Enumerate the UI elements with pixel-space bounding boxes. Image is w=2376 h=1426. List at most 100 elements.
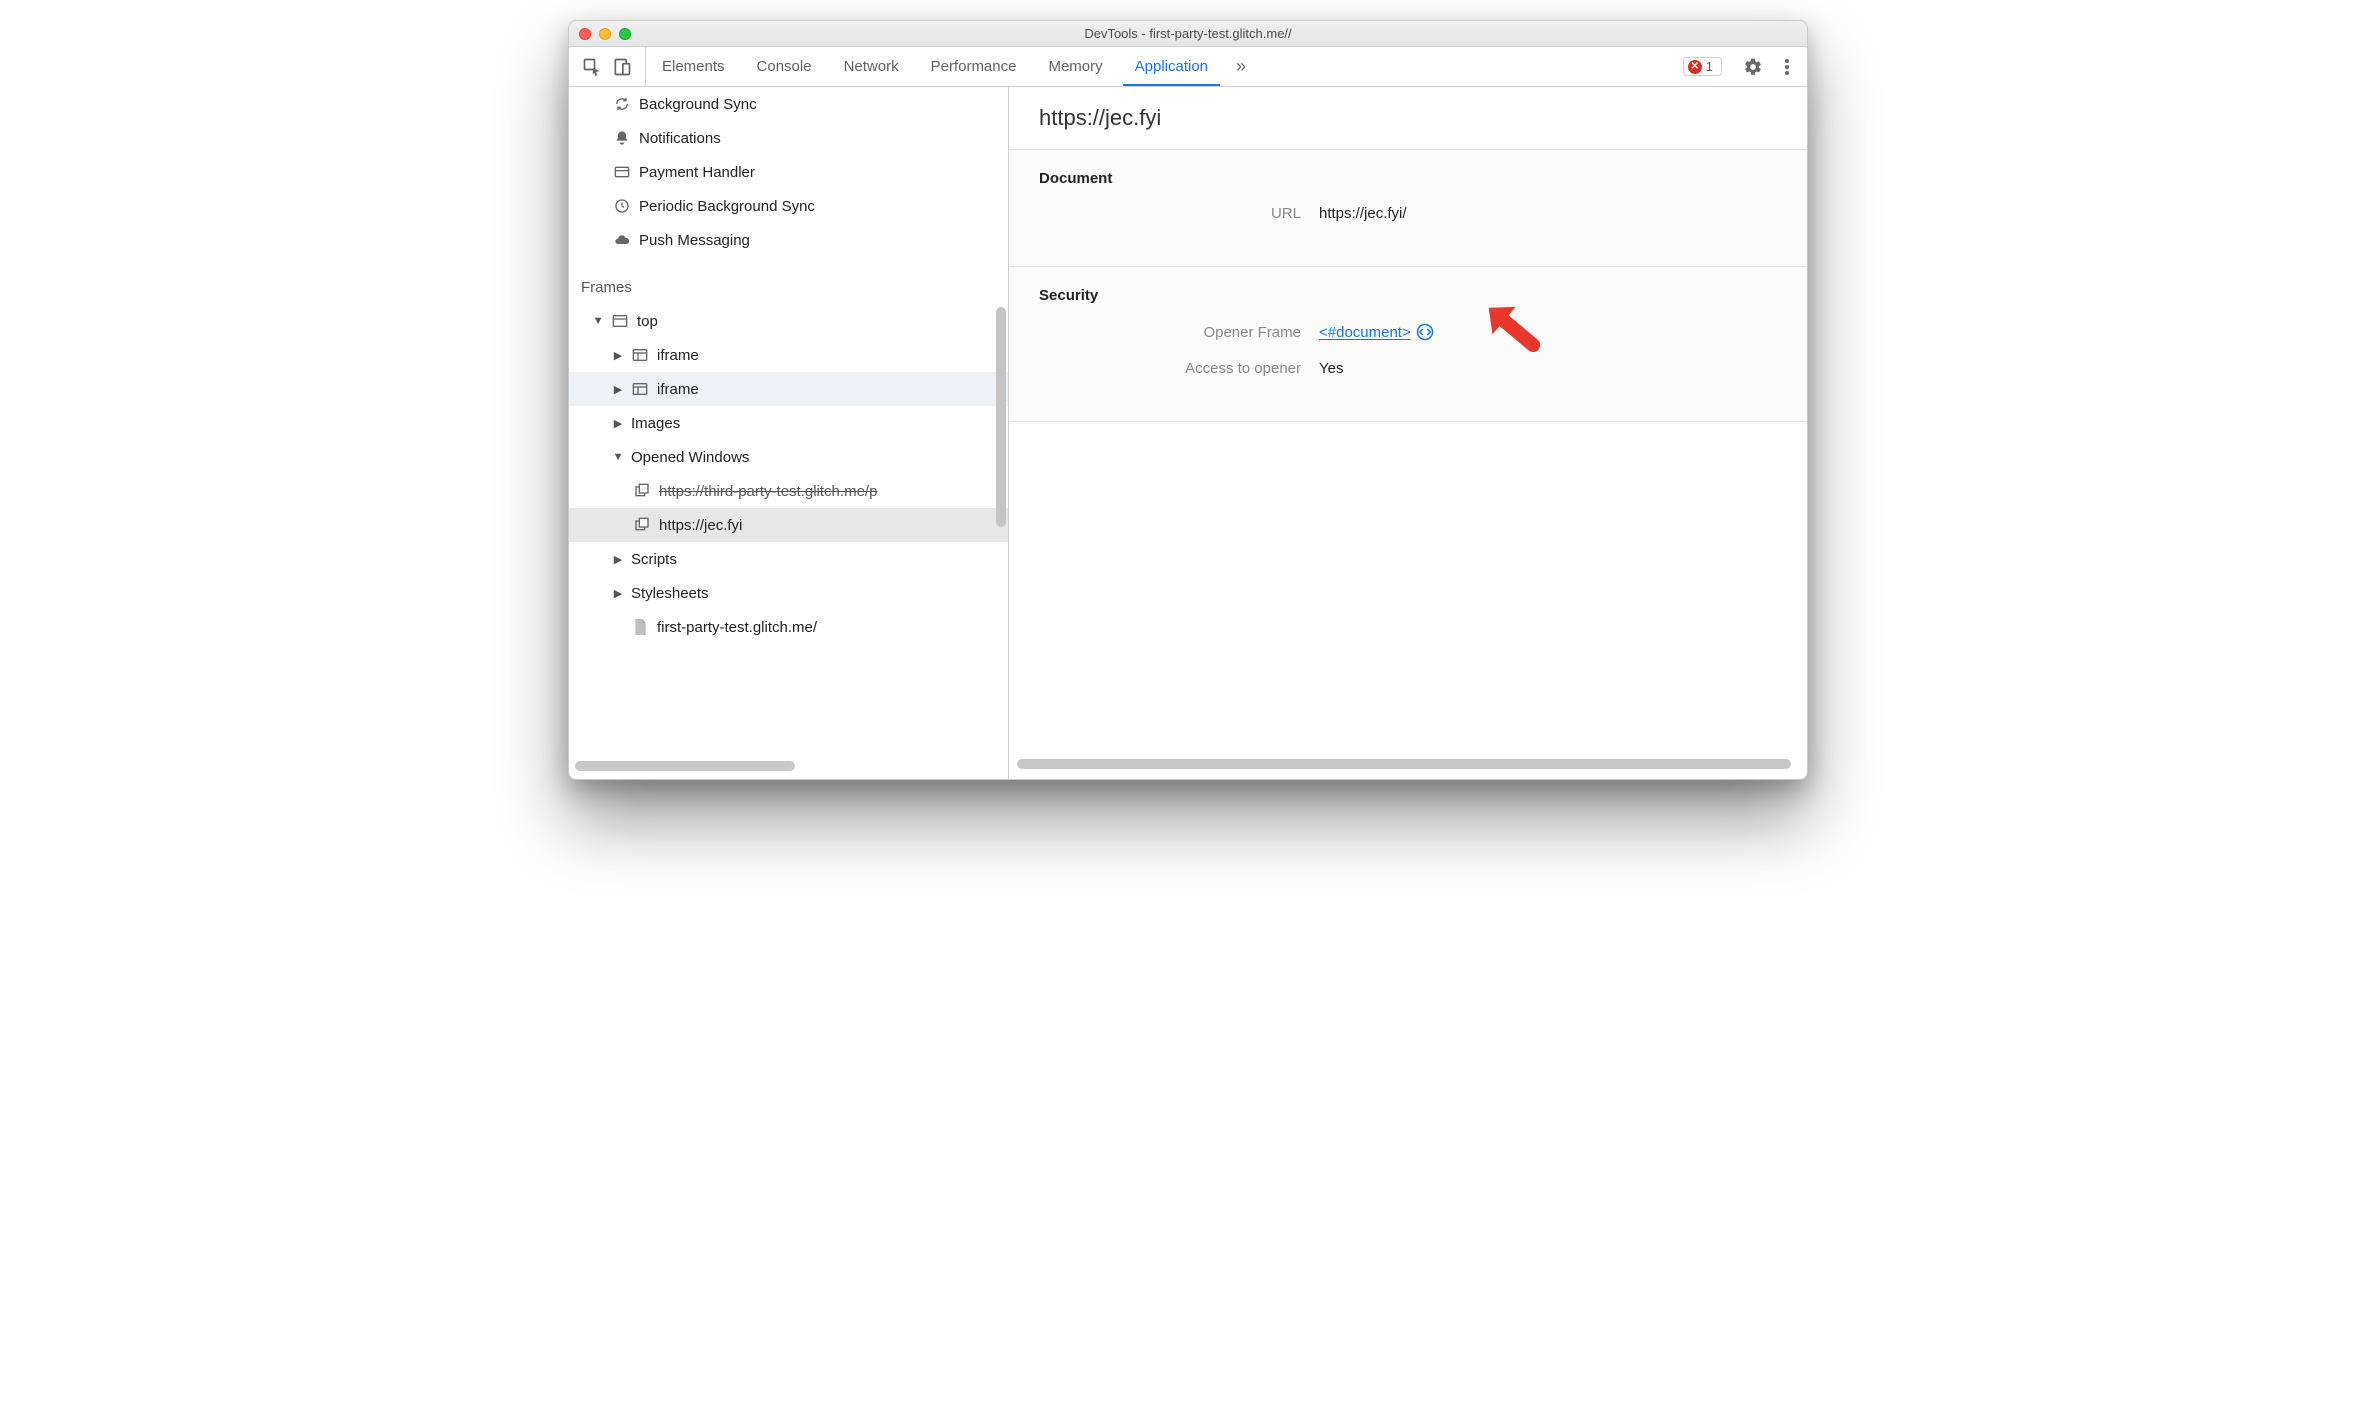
sidebar-item-background-sync[interactable]: Background Sync [569, 87, 1008, 121]
clock-icon [613, 197, 631, 215]
sidebar-section-frames: Frames [569, 271, 1008, 304]
frame-detail-title: https://jec.fyi [1009, 87, 1807, 150]
frames-iframe-1-label: iframe [657, 347, 699, 364]
toolbar-right-icons: ✕ 1 [1683, 47, 1807, 86]
row-url: URL https://jec.fyi/ [1039, 205, 1777, 222]
sidebar-item-notifications[interactable]: Notifications [569, 121, 1008, 155]
frames-images-label: Images [631, 415, 680, 432]
gear-icon [1743, 57, 1763, 77]
tab-elements[interactable]: Elements [646, 47, 741, 86]
caret-right-icon: ▶ [613, 383, 623, 396]
section-document-heading: Document [1039, 170, 1777, 187]
opened-window-2[interactable]: https://jec.fyi [569, 508, 1008, 542]
credit-card-icon [613, 163, 631, 181]
label-opener-frame: Opener Frame [1039, 324, 1319, 341]
row-opener-frame: Opener Frame <#document> [1039, 322, 1777, 342]
frames-origin-doc[interactable]: first-party-test.glitch.me/ [569, 610, 1008, 644]
settings-button[interactable] [1739, 53, 1767, 81]
tab-application[interactable]: Application [1119, 47, 1224, 86]
sidebar-vscroll-thumb[interactable] [996, 307, 1006, 527]
frames-iframe-2[interactable]: ▶ iframe [569, 372, 1008, 406]
traffic-lights [569, 28, 631, 40]
sidebar-vscrollbar[interactable] [996, 87, 1006, 711]
more-options-button[interactable] [1773, 53, 1801, 81]
caret-right-icon: ▶ [613, 587, 623, 600]
opener-frame-link[interactable]: <#document> [1319, 324, 1411, 341]
opened-window-2-label: https://jec.fyi [659, 517, 742, 534]
more-tabs-button[interactable]: » [1224, 47, 1258, 86]
devtools-toolbar: Elements Console Network Performance Mem… [569, 47, 1807, 87]
cloud-icon [613, 231, 631, 249]
sidebar-hscroll-thumb[interactable] [575, 761, 795, 771]
kebab-icon [1785, 59, 1789, 75]
sidebar-item-periodic-bg-sync[interactable]: Periodic Background Sync [569, 189, 1008, 223]
label-url: URL [1039, 205, 1319, 222]
toolbar-left-icons [569, 47, 646, 86]
tab-performance[interactable]: Performance [915, 47, 1033, 86]
chevron-double-right-icon: » [1236, 56, 1246, 77]
code-icon [1416, 323, 1434, 341]
value-access-to-opener: Yes [1319, 360, 1343, 377]
inspect-element-icon[interactable] [577, 52, 607, 82]
tab-memory[interactable]: Memory [1032, 47, 1118, 86]
frames-origin-doc-label: first-party-test.glitch.me/ [657, 619, 817, 636]
section-document: Document URL https://jec.fyi/ [1009, 150, 1807, 267]
caret-down-icon: ▼ [613, 451, 623, 463]
minimize-window-button[interactable] [599, 28, 611, 40]
opened-window-1[interactable]: https://third-party-test.glitch.me/p [569, 474, 1008, 508]
error-count: 1 [1706, 59, 1713, 74]
frames-opened-windows-label: Opened Windows [631, 449, 749, 466]
window-title: DevTools - first-party-test.glitch.me// [569, 26, 1807, 41]
detail-filler [1009, 422, 1807, 753]
frames-scripts-label: Scripts [631, 551, 677, 568]
caret-right-icon: ▶ [613, 349, 623, 362]
sidebar-scroll-area: Background Sync Notifications Payment Ha… [569, 87, 1008, 755]
section-security-heading: Security [1039, 287, 1777, 304]
device-toolbar-icon[interactable] [607, 52, 637, 82]
iframe-icon [631, 380, 649, 398]
error-count-badge[interactable]: ✕ 1 [1683, 57, 1722, 76]
devtools-tabs: Elements Console Network Performance Mem… [646, 47, 1224, 86]
caret-right-icon: ▶ [613, 553, 623, 566]
caret-right-icon: ▶ [613, 417, 623, 430]
frames-images[interactable]: ▶ Images [569, 406, 1008, 440]
frames-top-label: top [637, 313, 658, 330]
sidebar-item-label: Payment Handler [639, 164, 755, 181]
sidebar-item-label: Push Messaging [639, 232, 750, 249]
label-access-to-opener: Access to opener [1039, 360, 1319, 377]
iframe-icon [631, 346, 649, 364]
tab-network[interactable]: Network [828, 47, 915, 86]
popout-window-icon [633, 516, 651, 534]
detail-hscrollbar[interactable] [1017, 757, 1799, 771]
devtools-window: DevTools - first-party-test.glitch.me// [568, 20, 1808, 780]
sidebar-hscrollbar[interactable] [575, 759, 1002, 773]
popout-window-icon [633, 482, 651, 500]
frames-iframe-1[interactable]: ▶ iframe [569, 338, 1008, 372]
window-icon [611, 312, 629, 330]
document-icon [631, 618, 649, 636]
close-window-button[interactable] [579, 28, 591, 40]
frames-opened-windows[interactable]: ▼ Opened Windows [569, 440, 1008, 474]
section-security: Security Opener Frame <#document> [1009, 267, 1807, 422]
sidebar-item-payment-handler[interactable]: Payment Handler [569, 155, 1008, 189]
frames-stylesheets[interactable]: ▶ Stylesheets [569, 576, 1008, 610]
titlebar: DevTools - first-party-test.glitch.me// [569, 21, 1807, 47]
devtools-body: Background Sync Notifications Payment Ha… [569, 87, 1807, 779]
row-access-to-opener: Access to opener Yes [1039, 360, 1777, 377]
detail-hscroll-thumb[interactable] [1017, 759, 1791, 769]
zoom-window-button[interactable] [619, 28, 631, 40]
error-icon: ✕ [1688, 60, 1702, 74]
frames-iframe-2-label: iframe [657, 381, 699, 398]
frame-detail-panel: https://jec.fyi Document URL https://jec… [1009, 87, 1807, 779]
frames-stylesheets-label: Stylesheets [631, 585, 709, 602]
sidebar-item-push-messaging[interactable]: Push Messaging [569, 223, 1008, 257]
tab-console[interactable]: Console [741, 47, 828, 86]
bell-icon [613, 129, 631, 147]
value-url: https://jec.fyi/ [1319, 205, 1407, 222]
reveal-in-elements-button[interactable] [1415, 322, 1435, 342]
opened-window-1-label: https://third-party-test.glitch.me/p [659, 483, 877, 500]
application-sidebar: Background Sync Notifications Payment Ha… [569, 87, 1009, 779]
sidebar-item-label: Notifications [639, 130, 721, 147]
frames-scripts[interactable]: ▶ Scripts [569, 542, 1008, 576]
frames-top[interactable]: ▼ top [569, 304, 1008, 338]
